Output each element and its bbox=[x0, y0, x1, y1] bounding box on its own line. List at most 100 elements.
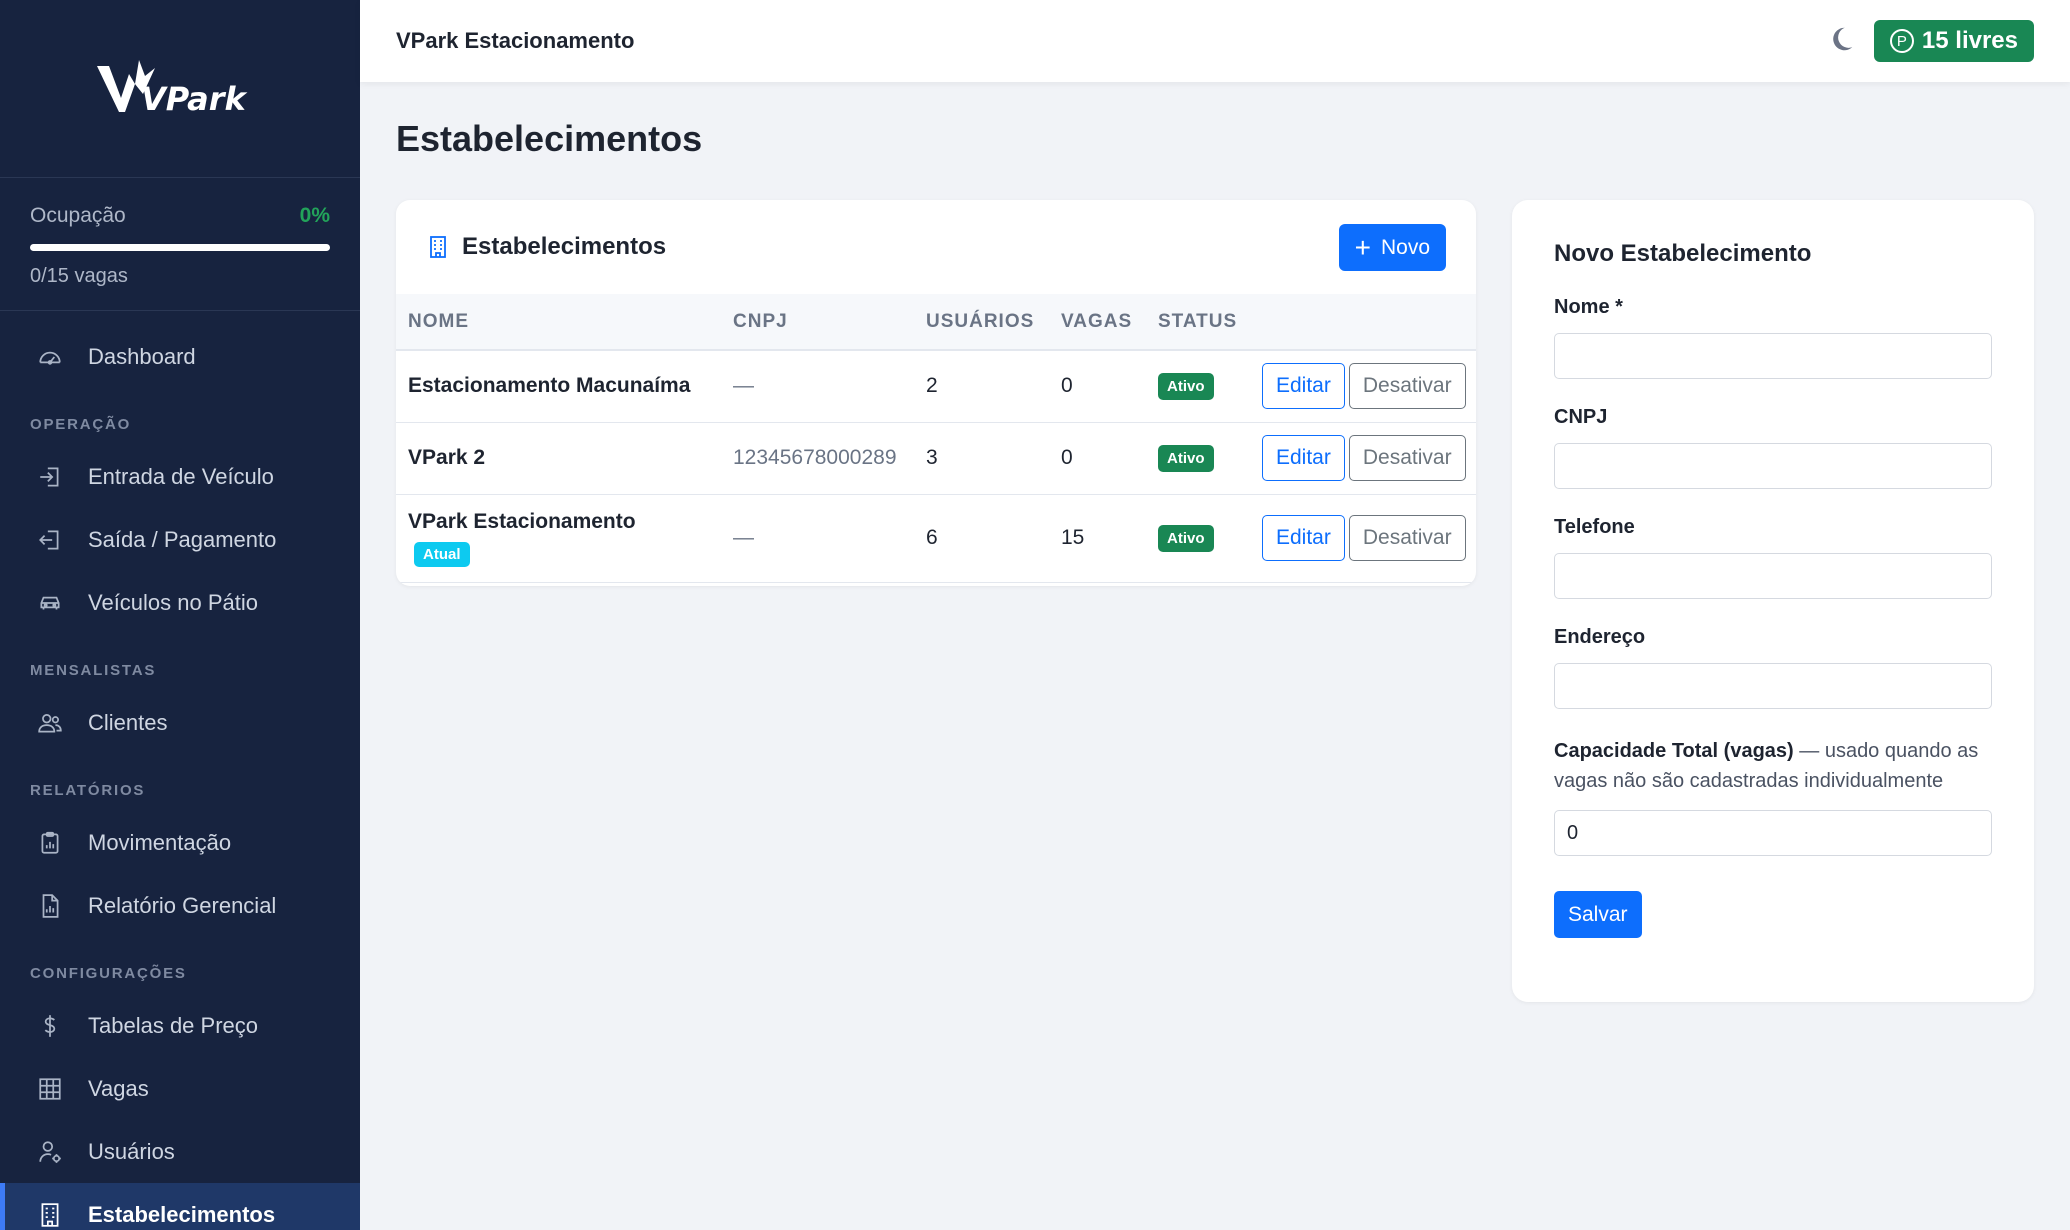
cnpj-label: CNPJ bbox=[1554, 406, 1608, 428]
sidebar-item-estabelecimentos[interactable]: Estabelecimentos bbox=[0, 1183, 360, 1230]
page-title: Estabelecimentos bbox=[396, 118, 703, 159]
table-row: VPark 2 12345678000289 3 0 Ativo Editar D… bbox=[396, 422, 1476, 495]
telefone-input[interactable] bbox=[1554, 553, 1992, 599]
logo-text: VPark bbox=[141, 80, 248, 118]
establishments-table: NOME CNPJ USUÁRIOS VAGAS STATUS Estacion… bbox=[396, 294, 1476, 583]
col-cnpj: CNPJ bbox=[733, 310, 788, 332]
sidebar-item-saida[interactable]: Saída / Pagamento bbox=[0, 508, 360, 571]
deactivate-button[interactable]: Desativar bbox=[1348, 515, 1466, 561]
speedometer-icon bbox=[36, 343, 64, 371]
sidebar-item-label: Dashboard bbox=[88, 343, 196, 369]
status-badge: Ativo bbox=[1158, 372, 1214, 400]
cell-nome: Estacionamento Macunaíma bbox=[396, 350, 721, 423]
new-button-label: Novo bbox=[1380, 235, 1430, 259]
sidebar-item-label: Usuários bbox=[88, 1138, 175, 1164]
sidebar-item-movimentacao[interactable]: Movimentação bbox=[0, 811, 360, 874]
endereco-input[interactable] bbox=[1554, 663, 1992, 709]
file-bar-graph-icon bbox=[36, 892, 64, 920]
occupancy-progress-bar bbox=[30, 244, 330, 251]
building-icon bbox=[36, 1201, 64, 1229]
box-arrow-in-icon bbox=[36, 463, 64, 491]
new-establishment-form: Novo Estabelecimento Nome * CNPJ Telefon… bbox=[1512, 200, 2034, 1002]
sidebar-item-clientes[interactable]: Clientes bbox=[0, 691, 360, 754]
sidebar-item-entrada[interactable]: Entrada de Veículo bbox=[0, 445, 360, 508]
nav-section-operacao: OPERAÇÃO bbox=[30, 416, 132, 433]
cell-vagas: 15 bbox=[1049, 494, 1146, 583]
new-establishment-button[interactable]: + Novo bbox=[1338, 224, 1446, 271]
capacidade-label: Capacidade Total (vagas) — usado quando … bbox=[1554, 736, 1992, 796]
free-spots-label: 15 livres bbox=[1921, 27, 2018, 54]
status-badge: Ativo bbox=[1158, 524, 1214, 552]
car-icon bbox=[36, 589, 64, 617]
table-header-row: NOME CNPJ USUÁRIOS VAGAS STATUS bbox=[396, 294, 1476, 350]
cell-actions: Editar Desativar bbox=[1250, 350, 1476, 423]
free-spots-badge: P 15 livres bbox=[1873, 20, 2034, 62]
cnpj-input[interactable] bbox=[1554, 443, 1992, 489]
table-row: Estacionamento Macunaíma — 2 0 Ativo Edi… bbox=[396, 350, 1476, 423]
establishment-name: VPark Estacionamento bbox=[408, 509, 636, 533]
nav-section-relatorios: RELATÓRIOS bbox=[30, 782, 146, 799]
vpark-logo[interactable]: VPark bbox=[0, 0, 360, 178]
endereco-label: Endereço bbox=[1554, 626, 1646, 648]
cell-vagas: 0 bbox=[1049, 422, 1146, 495]
box-arrow-out-icon bbox=[36, 526, 64, 554]
parking-icon: P bbox=[1889, 29, 1914, 53]
topbar: VPark Estacionamento P 15 livres bbox=[360, 0, 2070, 82]
cell-cnpj: — bbox=[721, 350, 914, 423]
sidebar-item-label: Vagas bbox=[88, 1075, 149, 1101]
cell-actions: Editar Desativar bbox=[1250, 494, 1476, 583]
occupancy-panel: Ocupação 0% 0/15 vagas bbox=[0, 178, 360, 311]
cell-actions: Editar Desativar bbox=[1250, 422, 1476, 495]
sidebar-nav: Dashboard OPERAÇÃO Entrada de Veículo Sa… bbox=[0, 311, 360, 1230]
cell-status: Ativo bbox=[1146, 350, 1250, 423]
moon-icon[interactable] bbox=[1826, 24, 1856, 54]
deactivate-button[interactable]: Desativar bbox=[1348, 363, 1466, 410]
sidebar-item-precos[interactable]: Tabelas de Preço bbox=[0, 994, 360, 1057]
building-icon bbox=[426, 234, 450, 260]
nav-section-mensalistas: MENSALISTAS bbox=[30, 662, 157, 679]
save-button[interactable]: Salvar bbox=[1554, 891, 1642, 938]
sidebar-item-label: Tabelas de Preço bbox=[88, 1012, 258, 1038]
sidebar-item-label: Movimentação bbox=[88, 829, 232, 855]
sidebar-item-label: Relatório Gerencial bbox=[88, 892, 277, 918]
col-vagas: VAGAS bbox=[1061, 310, 1133, 332]
sidebar-item-label: Veículos no Pátio bbox=[88, 589, 259, 615]
deactivate-button[interactable]: Desativar bbox=[1348, 435, 1466, 481]
nome-input[interactable] bbox=[1554, 333, 1992, 379]
nome-label: Nome * bbox=[1554, 296, 1623, 318]
cell-status: Ativo bbox=[1146, 422, 1250, 495]
card-header: Estabelecimentos + Novo bbox=[396, 200, 1476, 294]
col-nome: NOME bbox=[408, 310, 469, 332]
edit-button[interactable]: Editar bbox=[1262, 435, 1345, 481]
nav-section-config: CONFIGURAÇÕES bbox=[30, 965, 187, 982]
capacidade-input[interactable] bbox=[1554, 810, 1992, 856]
sidebar-item-label: Saída / Pagamento bbox=[88, 526, 277, 552]
cell-nome: VPark 2 bbox=[396, 422, 721, 495]
sidebar-item-gerencial[interactable]: Relatório Gerencial bbox=[0, 874, 360, 937]
cell-cnpj: 12345678000289 bbox=[721, 422, 914, 495]
occupancy-label: Ocupação bbox=[30, 204, 126, 227]
occupancy-vagas: 0/15 vagas bbox=[30, 265, 128, 287]
status-badge: Ativo bbox=[1158, 444, 1214, 472]
cell-status: Ativo bbox=[1146, 494, 1250, 583]
sidebar-item-vagas[interactable]: Vagas bbox=[0, 1057, 360, 1120]
cell-usuarios: 2 bbox=[914, 350, 1049, 423]
col-usuarios: USUÁRIOS bbox=[926, 310, 1035, 332]
occupancy-percent: 0% bbox=[299, 204, 330, 227]
cell-usuarios: 3 bbox=[914, 422, 1049, 495]
sidebar: VPark Ocupação 0% 0/15 vagas Dashboard O… bbox=[0, 0, 360, 1230]
person-gear-icon bbox=[36, 1138, 64, 1166]
col-actions bbox=[1250, 294, 1476, 350]
edit-button[interactable]: Editar bbox=[1262, 363, 1345, 410]
capacidade-label-text: Capacidade Total (vagas) bbox=[1554, 740, 1794, 762]
sidebar-item-label: Entrada de Veículo bbox=[88, 463, 274, 489]
sidebar-item-dashboard[interactable]: Dashboard bbox=[0, 325, 360, 388]
cell-vagas: 0 bbox=[1049, 350, 1146, 423]
edit-button[interactable]: Editar bbox=[1262, 515, 1345, 561]
card-title: Estabelecimentos bbox=[462, 233, 667, 260]
plus-icon: + bbox=[1354, 231, 1371, 263]
telefone-label: Telefone bbox=[1554, 516, 1635, 538]
clipboard-data-icon bbox=[36, 829, 64, 857]
sidebar-item-usuarios[interactable]: Usuários bbox=[0, 1120, 360, 1183]
sidebar-item-patio[interactable]: Veículos no Pátio bbox=[0, 571, 360, 634]
